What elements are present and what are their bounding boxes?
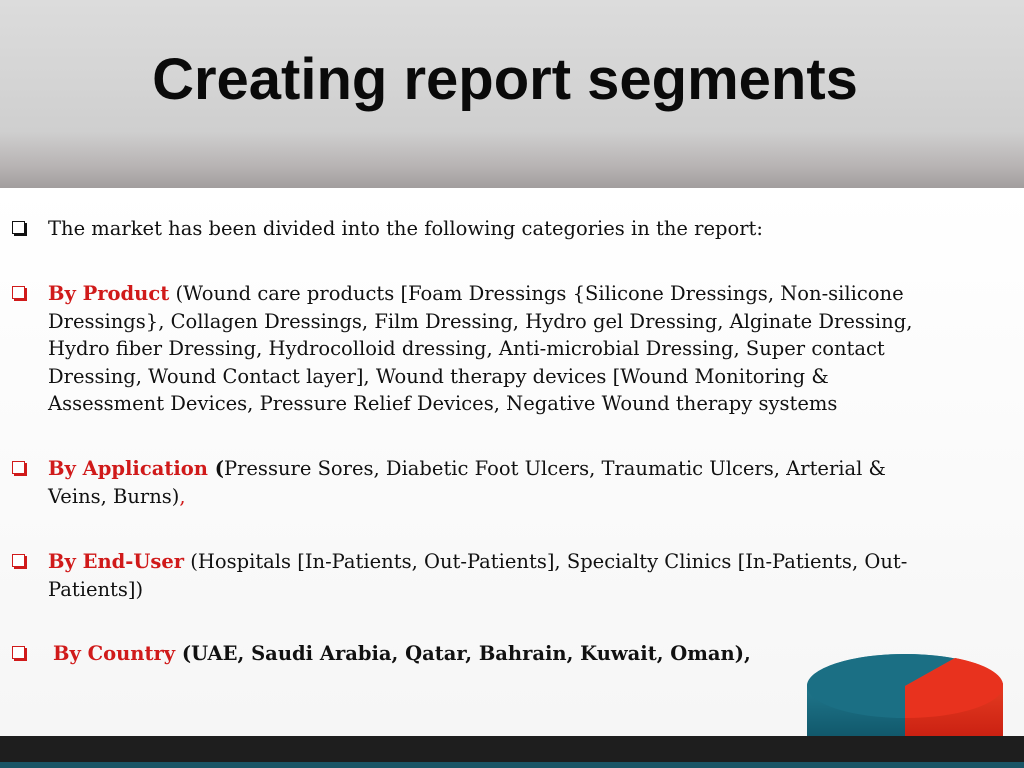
application-trail: ,: [179, 484, 186, 508]
checkbox-bullet-icon: [12, 554, 25, 567]
product-label: By Product: [48, 282, 170, 305]
checkbox-bullet-icon: [12, 221, 25, 234]
country-detail: (UAE, Saudi Arabia, Qatar, Bahrain, Kuwa…: [175, 642, 751, 665]
slide-title: Creating report segments: [152, 47, 858, 112]
application-label: By Application: [48, 457, 208, 480]
product-detail: (Wound care products [Foam Dressings {Si…: [48, 282, 913, 415]
application-open: (: [207, 457, 224, 480]
checkbox-bullet-icon: [12, 461, 25, 474]
checkbox-bullet-icon: [12, 286, 25, 299]
country-label: By Country: [53, 642, 176, 665]
intro-text: The market has been divided into the fol…: [48, 217, 763, 240]
pie-chart-icon: [807, 654, 1004, 742]
enduser-text: By End-User (Hospitals [In-Patients, Out…: [48, 548, 948, 603]
checkbox-bullet-icon: [12, 646, 25, 659]
footer-stripe: [0, 762, 1024, 768]
slide-header: Creating report segments: [0, 0, 1024, 188]
enduser-label: By End-User: [48, 550, 185, 573]
product-text: By Product (Wound care products [Foam Dr…: [48, 280, 948, 418]
application-text: By Application (Pressure Sores, Diabetic…: [48, 455, 948, 510]
